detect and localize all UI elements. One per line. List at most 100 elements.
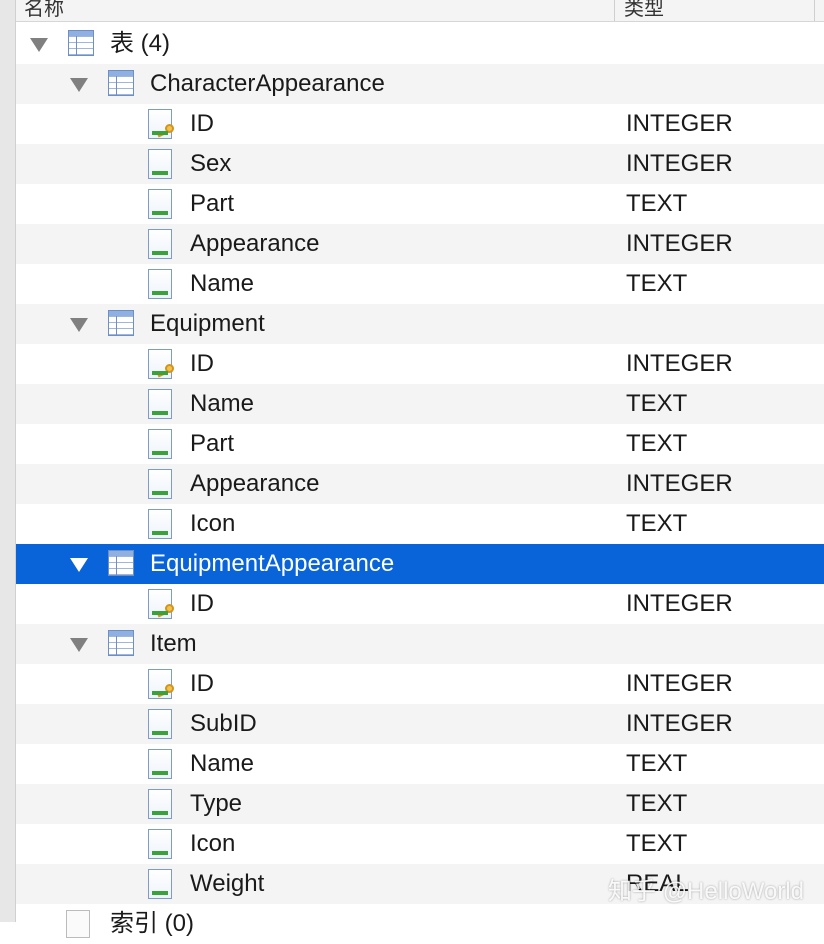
schema-tree: 表 (4) CharacterAppearance ID INTEGER Sex INTE… — [16, 24, 824, 944]
column-type: INTEGER — [626, 470, 733, 497]
column-row[interactable]: ID INTEGER — [16, 584, 824, 624]
column-row[interactable]: Appearance INTEGER — [16, 224, 824, 264]
table-row-characterappearance[interactable]: CharacterAppearance — [16, 64, 824, 104]
primary-key-column-icon — [148, 109, 174, 139]
table-name: CharacterAppearance — [150, 70, 385, 97]
column-name: ID — [190, 590, 214, 617]
column-name: Part — [190, 430, 235, 457]
column-name: Name — [190, 270, 255, 297]
table-icon — [108, 310, 134, 336]
disclosure-triangle-icon[interactable] — [30, 38, 48, 52]
column-type: TEXT — [626, 270, 688, 297]
key-icon — [157, 684, 174, 694]
column-row[interactable]: ID INTEGER — [16, 664, 824, 704]
tree-root-label: 表 (4) — [110, 30, 170, 57]
column-icon — [148, 269, 172, 299]
index-group-icon — [66, 910, 90, 938]
column-name: ID — [190, 670, 214, 697]
column-type: TEXT — [626, 190, 688, 217]
column-type: TEXT — [626, 790, 688, 817]
column-row[interactable]: Name TEXT — [16, 744, 824, 784]
key-icon — [157, 364, 174, 374]
column-name: Part — [190, 190, 235, 217]
header-separator[interactable] — [614, 0, 615, 21]
table-row-equipmentappearance[interactable]: EquipmentAppearance — [16, 544, 824, 584]
column-header: 名称 类型 — [16, 0, 824, 22]
index-group-row[interactable]: 索引 (0) — [16, 904, 824, 944]
column-row[interactable]: Part TEXT — [16, 184, 824, 224]
column-icon — [148, 749, 172, 779]
column-icon — [148, 469, 172, 499]
key-icon — [157, 124, 174, 134]
column-row[interactable]: ID INTEGER — [16, 104, 824, 144]
column-type: INTEGER — [626, 110, 733, 137]
column-icon — [148, 389, 172, 419]
column-row[interactable]: Icon TEXT — [16, 824, 824, 864]
table-icon — [108, 550, 134, 576]
column-row[interactable]: Sex INTEGER — [16, 144, 824, 184]
column-name: Weight — [190, 870, 265, 897]
column-name: Sex — [190, 150, 232, 177]
column-name: Icon — [190, 510, 236, 537]
table-icon — [108, 70, 134, 96]
column-name: ID — [190, 350, 214, 377]
column-row[interactable]: Name TEXT — [16, 264, 824, 304]
table-name: Equipment — [150, 310, 265, 337]
index-group-label: 索引 (0) — [110, 910, 194, 937]
table-name: Item — [150, 630, 197, 657]
column-icon — [148, 149, 172, 179]
disclosure-triangle-icon[interactable] — [70, 638, 88, 652]
column-row[interactable]: Type TEXT — [16, 784, 824, 824]
column-type: TEXT — [626, 750, 688, 777]
disclosure-triangle-icon[interactable] — [70, 318, 88, 332]
column-type: TEXT — [626, 830, 688, 857]
disclosure-triangle-icon[interactable] — [70, 78, 88, 92]
column-icon — [148, 789, 172, 819]
column-icon — [148, 429, 172, 459]
column-name: Appearance — [190, 230, 320, 257]
header-type[interactable]: 类型 — [624, 0, 664, 21]
column-name: Type — [190, 790, 243, 817]
column-type: INTEGER — [626, 150, 733, 177]
left-gutter — [0, 0, 16, 922]
column-row[interactable]: Name TEXT — [16, 384, 824, 424]
primary-key-column-icon — [148, 589, 174, 619]
column-name: Name — [190, 750, 255, 777]
column-row[interactable]: SubID INTEGER — [16, 704, 824, 744]
tree-root-tables[interactable]: 表 (4) — [16, 24, 824, 64]
column-icon — [148, 829, 172, 859]
column-icon — [148, 869, 172, 899]
watermark: 知乎 @HelloWorld — [608, 878, 804, 905]
disclosure-triangle-icon[interactable] — [70, 558, 88, 572]
column-type: TEXT — [626, 510, 688, 537]
column-row[interactable]: ID INTEGER — [16, 344, 824, 384]
primary-key-column-icon — [148, 669, 174, 699]
column-name: ID — [190, 110, 214, 137]
column-type: INTEGER — [626, 670, 733, 697]
table-row-equipment[interactable]: Equipment — [16, 304, 824, 344]
table-icon — [108, 630, 134, 656]
column-name: Name — [190, 390, 255, 417]
table-row-item[interactable]: Item — [16, 624, 824, 664]
column-icon — [148, 189, 172, 219]
column-type: INTEGER — [626, 350, 733, 377]
header-separator[interactable] — [814, 0, 815, 21]
key-icon — [157, 604, 174, 614]
primary-key-column-icon — [148, 349, 174, 379]
column-name: Icon — [190, 830, 236, 857]
column-name: SubID — [190, 710, 257, 737]
column-row[interactable]: Icon TEXT — [16, 504, 824, 544]
column-icon — [148, 229, 172, 259]
column-row[interactable]: Part TEXT — [16, 424, 824, 464]
table-group-icon — [68, 30, 94, 56]
column-icon — [148, 709, 172, 739]
column-type: INTEGER — [626, 230, 733, 257]
column-type: TEXT — [626, 390, 688, 417]
column-type: INTEGER — [626, 590, 733, 617]
column-name: Appearance — [190, 470, 320, 497]
column-type: TEXT — [626, 430, 688, 457]
column-row[interactable]: Appearance INTEGER — [16, 464, 824, 504]
header-name[interactable]: 名称 — [24, 0, 64, 21]
column-type: INTEGER — [626, 710, 733, 737]
table-name: EquipmentAppearance — [150, 550, 395, 577]
